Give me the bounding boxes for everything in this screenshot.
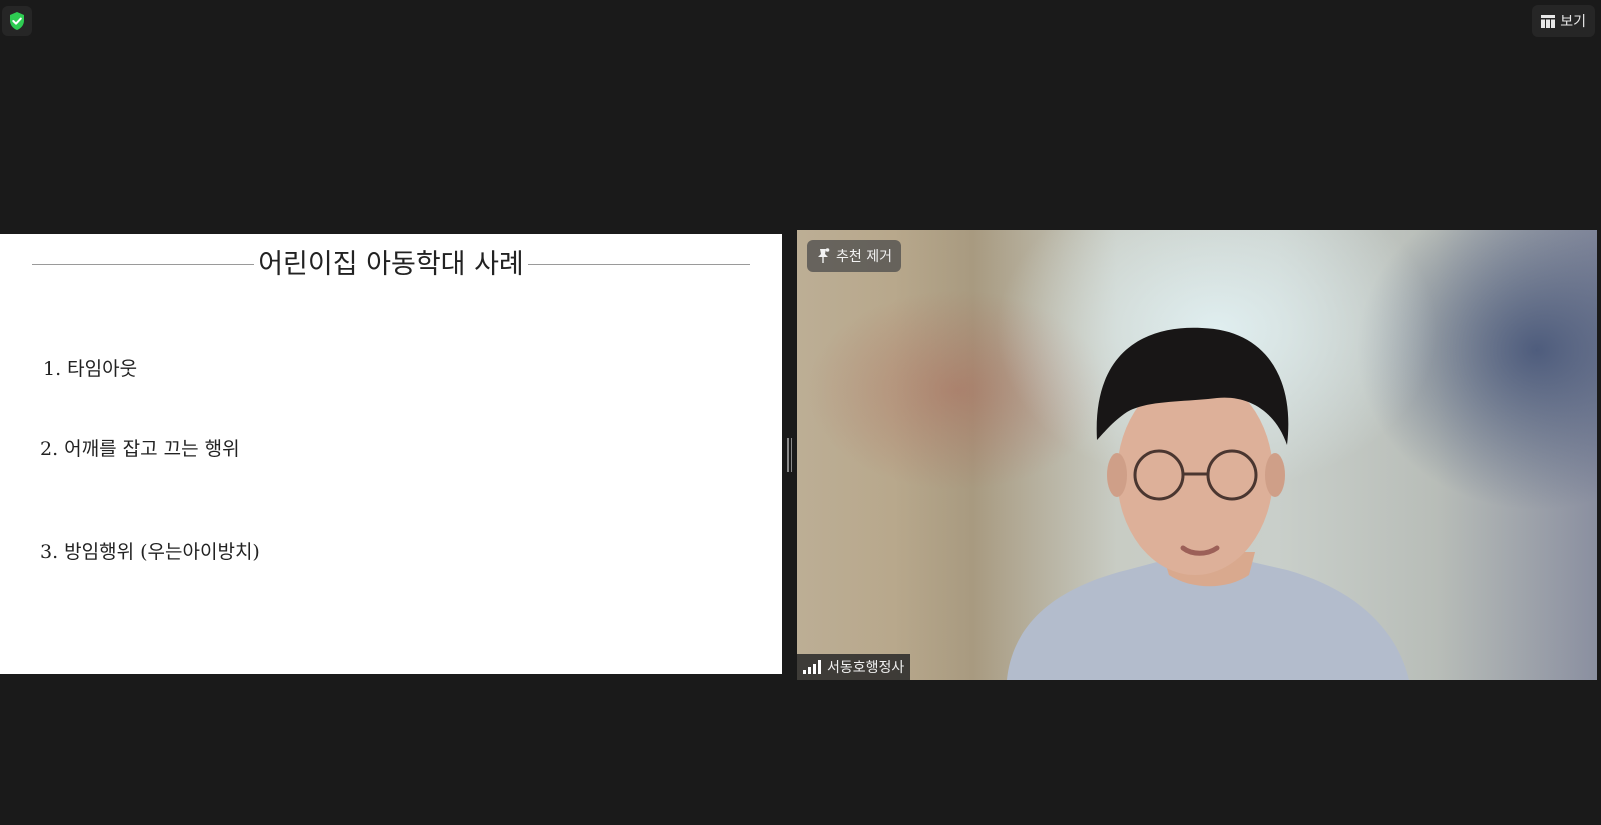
slide-title-text: 어린이집 아동학대 사례: [254, 249, 528, 280]
view-button[interactable]: 보기: [1532, 5, 1595, 37]
panel-splitter-handle[interactable]: [787, 438, 793, 472]
slide-title: 어린이집 아동학대 사례: [0, 242, 782, 281]
participant-name-tag: 서동호행정사: [797, 654, 911, 680]
slide-list-item: 3. 방임행위 (우는아이방치): [40, 541, 260, 563]
view-button-label: 보기: [1560, 14, 1586, 30]
remove-spotlight-label: 추천 제거: [836, 249, 892, 265]
participant-video-tile[interactable]: 추천 제거 서동호행정사: [797, 230, 1597, 680]
participant-video-image: [1007, 327, 1409, 680]
shield-check-icon: [10, 12, 24, 30]
grid-view-icon: [1541, 14, 1556, 28]
signal-strength-icon: [803, 660, 821, 674]
meeting-window: 보기 어린이집 아동학대 사례 1. 타임아웃 2. 어깨를 잡고 끄는 행위 …: [0, 0, 1601, 825]
security-shield-button[interactable]: [2, 6, 32, 36]
slide-list-item: 2. 어깨를 잡고 끄는 행위: [40, 438, 240, 460]
pin-icon: [818, 248, 830, 263]
shared-screen-slide: 어린이집 아동학대 사례 1. 타임아웃 2. 어깨를 잡고 끄는 행위 3. …: [0, 234, 782, 674]
participant-name: 서동호행정사: [827, 660, 905, 676]
remove-spotlight-button[interactable]: 추천 제거: [807, 240, 901, 272]
slide-list-item: 1. 타임아웃: [43, 358, 138, 380]
